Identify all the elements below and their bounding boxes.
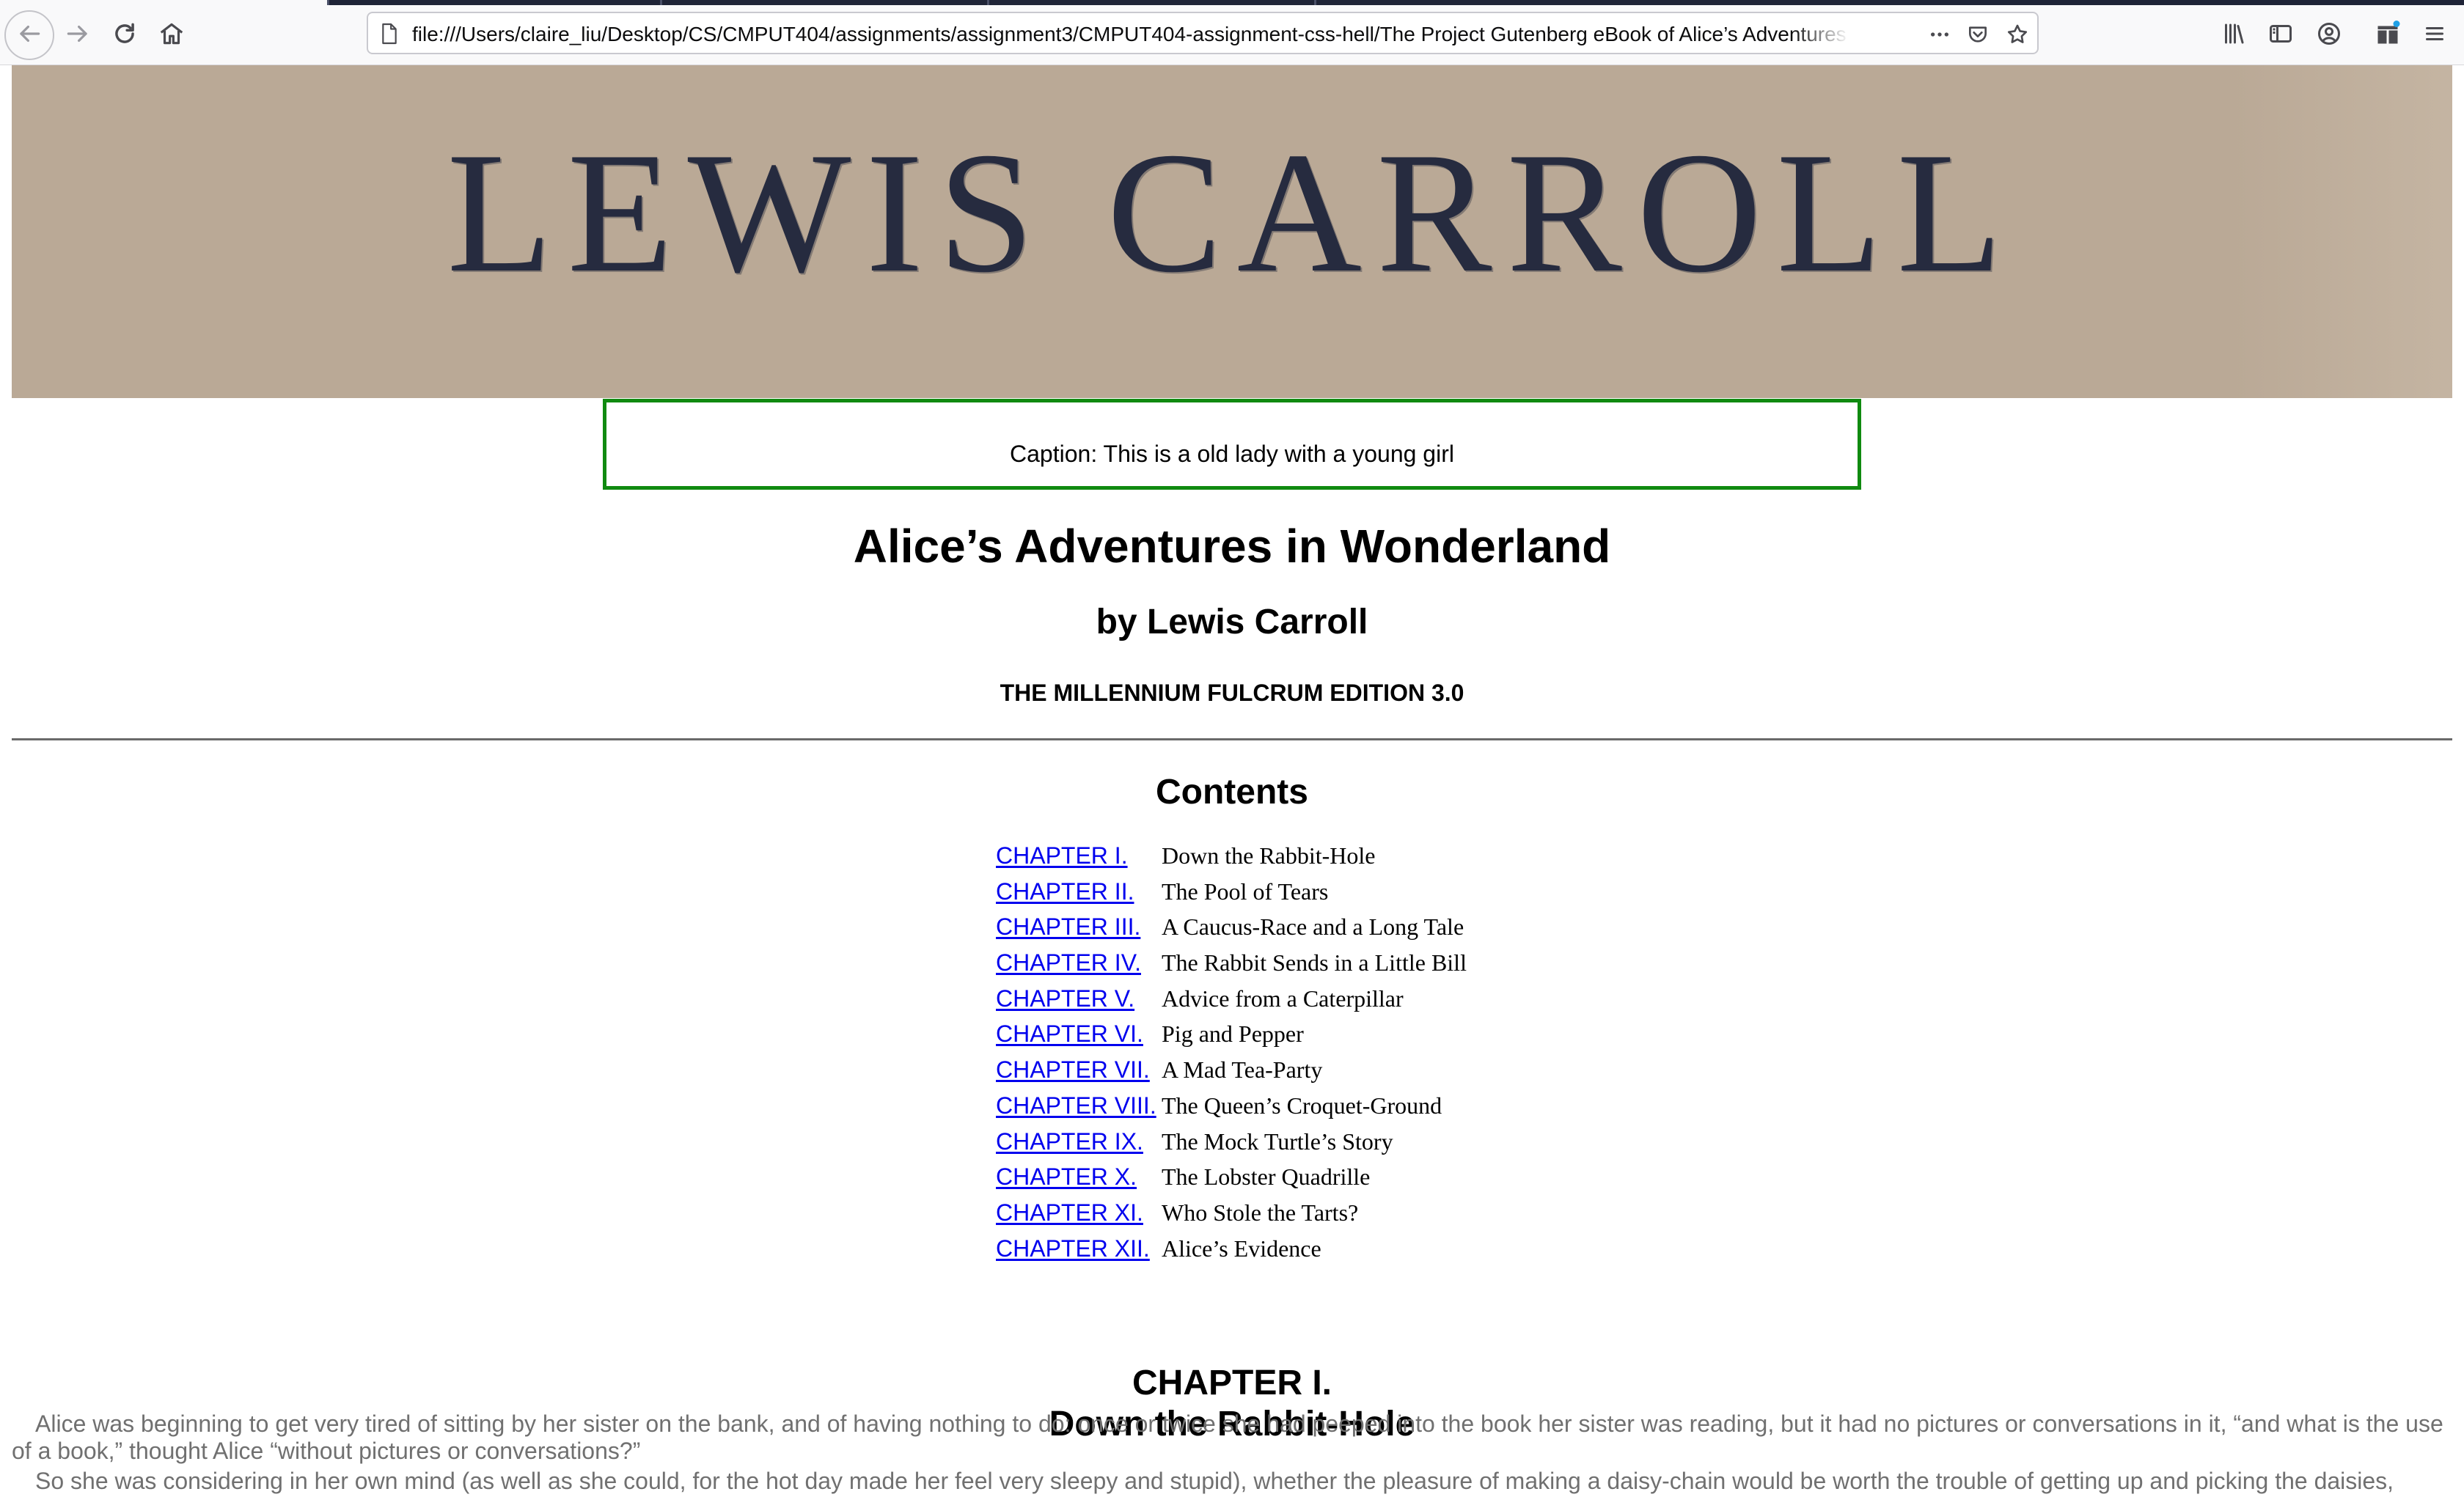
toc-title: Pig and Pepper bbox=[1162, 1020, 1304, 1048]
page-icon bbox=[380, 22, 402, 47]
toc-title: Alice’s Evidence bbox=[1162, 1235, 1321, 1262]
toc-row: CHAPTER VII. A Mad Tea-Party bbox=[996, 1053, 1583, 1089]
table-of-contents: CHAPTER I. Down the Rabbit-Hole CHAPTER I… bbox=[996, 839, 1583, 1268]
forward-arrow-icon bbox=[64, 20, 92, 51]
extensions-icon[interactable] bbox=[2375, 21, 2401, 47]
toc-row: CHAPTER I. Down the Rabbit-Hole bbox=[996, 839, 1583, 875]
toc-title: Who Stole the Tarts? bbox=[1162, 1199, 1359, 1226]
contents-heading: Contents bbox=[1156, 773, 1308, 812]
toc-row: CHAPTER IX. The Mock Turtle’s Story bbox=[996, 1125, 1583, 1161]
star-icon[interactable] bbox=[2005, 22, 2030, 47]
back-arrow-icon bbox=[15, 20, 43, 51]
body-paragraph: Alice was beginning to get very tired of… bbox=[12, 1410, 2443, 1464]
toc-link-chapter-4[interactable]: CHAPTER IV. bbox=[996, 946, 1141, 979]
sidebar-icon[interactable] bbox=[2267, 21, 2294, 47]
toc-link-chapter-1[interactable]: CHAPTER I. bbox=[996, 839, 1128, 872]
banner-image: LEWIS CARROLL bbox=[12, 65, 2452, 398]
toc-title: The Lobster Quadrille bbox=[1162, 1163, 1371, 1191]
book-author: by Lewis Carroll bbox=[1096, 603, 1368, 641]
toc-link-chapter-8[interactable]: CHAPTER VIII. bbox=[996, 1089, 1156, 1122]
toc-row: CHAPTER XI. Who Stole the Tarts? bbox=[996, 1196, 1583, 1232]
toc-title: The Rabbit Sends in a Little Bill bbox=[1162, 949, 1467, 976]
home-button[interactable] bbox=[147, 10, 197, 60]
url-bar[interactable]: file:///Users/claire_liu/Desktop/CS/CMPU… bbox=[367, 12, 2039, 54]
tab-strip bbox=[327, 0, 2464, 5]
toc-link-chapter-6[interactable]: CHAPTER VI. bbox=[996, 1018, 1143, 1050]
toc-link-chapter-5[interactable]: CHAPTER V. bbox=[996, 982, 1134, 1015]
toc-title: The Mock Turtle’s Story bbox=[1162, 1128, 1393, 1155]
toc-row: CHAPTER X. The Lobster Quadrille bbox=[996, 1161, 1583, 1196]
library-icon[interactable] bbox=[2221, 21, 2247, 47]
toc-link-chapter-3[interactable]: CHAPTER III. bbox=[996, 911, 1140, 943]
toc-title: A Mad Tea-Party bbox=[1162, 1056, 1323, 1084]
forward-button[interactable] bbox=[53, 10, 103, 60]
reload-button[interactable] bbox=[100, 10, 150, 60]
pocket-icon[interactable] bbox=[1965, 22, 1990, 47]
toc-row: CHAPTER IV. The Rabbit Sends in a Little … bbox=[996, 946, 1583, 982]
back-button[interactable] bbox=[4, 10, 54, 60]
toc-link-chapter-12[interactable]: CHAPTER XII. bbox=[996, 1232, 1150, 1265]
hamburger-menu-icon[interactable] bbox=[2421, 21, 2448, 47]
toc-title: A Caucus-Race and a Long Tale bbox=[1162, 913, 1464, 941]
caption-box: Caption: This is a old lady with a young… bbox=[603, 399, 1861, 490]
toc-title: Advice from a Caterpillar bbox=[1162, 985, 1404, 1012]
toc-row: CHAPTER XII. Alice’s Evidence bbox=[996, 1232, 1583, 1268]
toc-title: The Pool of Tears bbox=[1162, 878, 1329, 905]
body-paragraph: So she was considering in her own mind (… bbox=[35, 1468, 2394, 1494]
toc-row: CHAPTER II. The Pool of Tears bbox=[996, 875, 1583, 911]
toc-row: CHAPTER VI. Pig and Pepper bbox=[996, 1018, 1583, 1053]
toc-link-chapter-11[interactable]: CHAPTER XI. bbox=[996, 1196, 1143, 1229]
reload-icon bbox=[111, 20, 139, 51]
toc-link-chapter-9[interactable]: CHAPTER IX. bbox=[996, 1125, 1143, 1158]
toc-link-chapter-7[interactable]: CHAPTER VII. bbox=[996, 1053, 1150, 1086]
toc-link-chapter-10[interactable]: CHAPTER X. bbox=[996, 1161, 1137, 1193]
browser-toolbar: file:///Users/claire_liu/Desktop/CS/CMPU… bbox=[0, 0, 2464, 65]
toc-row: CHAPTER V. Advice from a Caterpillar bbox=[996, 982, 1583, 1018]
banner-title: LEWIS CARROLL bbox=[447, 117, 2017, 309]
home-icon bbox=[158, 20, 186, 51]
caption-text: Caption: This is a old lady with a young… bbox=[1010, 441, 1454, 467]
toc-row: CHAPTER VIII. The Queen’s Croquet-Ground bbox=[996, 1089, 1583, 1125]
toc-link-chapter-2[interactable]: CHAPTER II. bbox=[996, 875, 1134, 908]
account-icon[interactable] bbox=[2316, 21, 2342, 47]
url-text[interactable]: file:///Users/claire_liu/Desktop/CS/CMPU… bbox=[412, 22, 1849, 47]
more-actions-icon[interactable] bbox=[1927, 22, 1952, 47]
toc-title: The Queen’s Croquet-Ground bbox=[1162, 1092, 1442, 1119]
book-title: Alice’s Adventures in Wonderland bbox=[853, 520, 1611, 573]
toc-title: Down the Rabbit-Hole bbox=[1162, 842, 1376, 869]
toc-row: CHAPTER III. A Caucus-Race and a Long Tal… bbox=[996, 911, 1583, 946]
chapter-number: CHAPTER I. bbox=[1132, 1364, 1332, 1402]
edition-label: THE MILLENNIUM FULCRUM EDITION 3.0 bbox=[1000, 680, 1464, 706]
horizontal-divider bbox=[12, 738, 2452, 740]
page-viewport: LEWIS CARROLL Caption: This is a old lad… bbox=[0, 65, 2464, 1497]
